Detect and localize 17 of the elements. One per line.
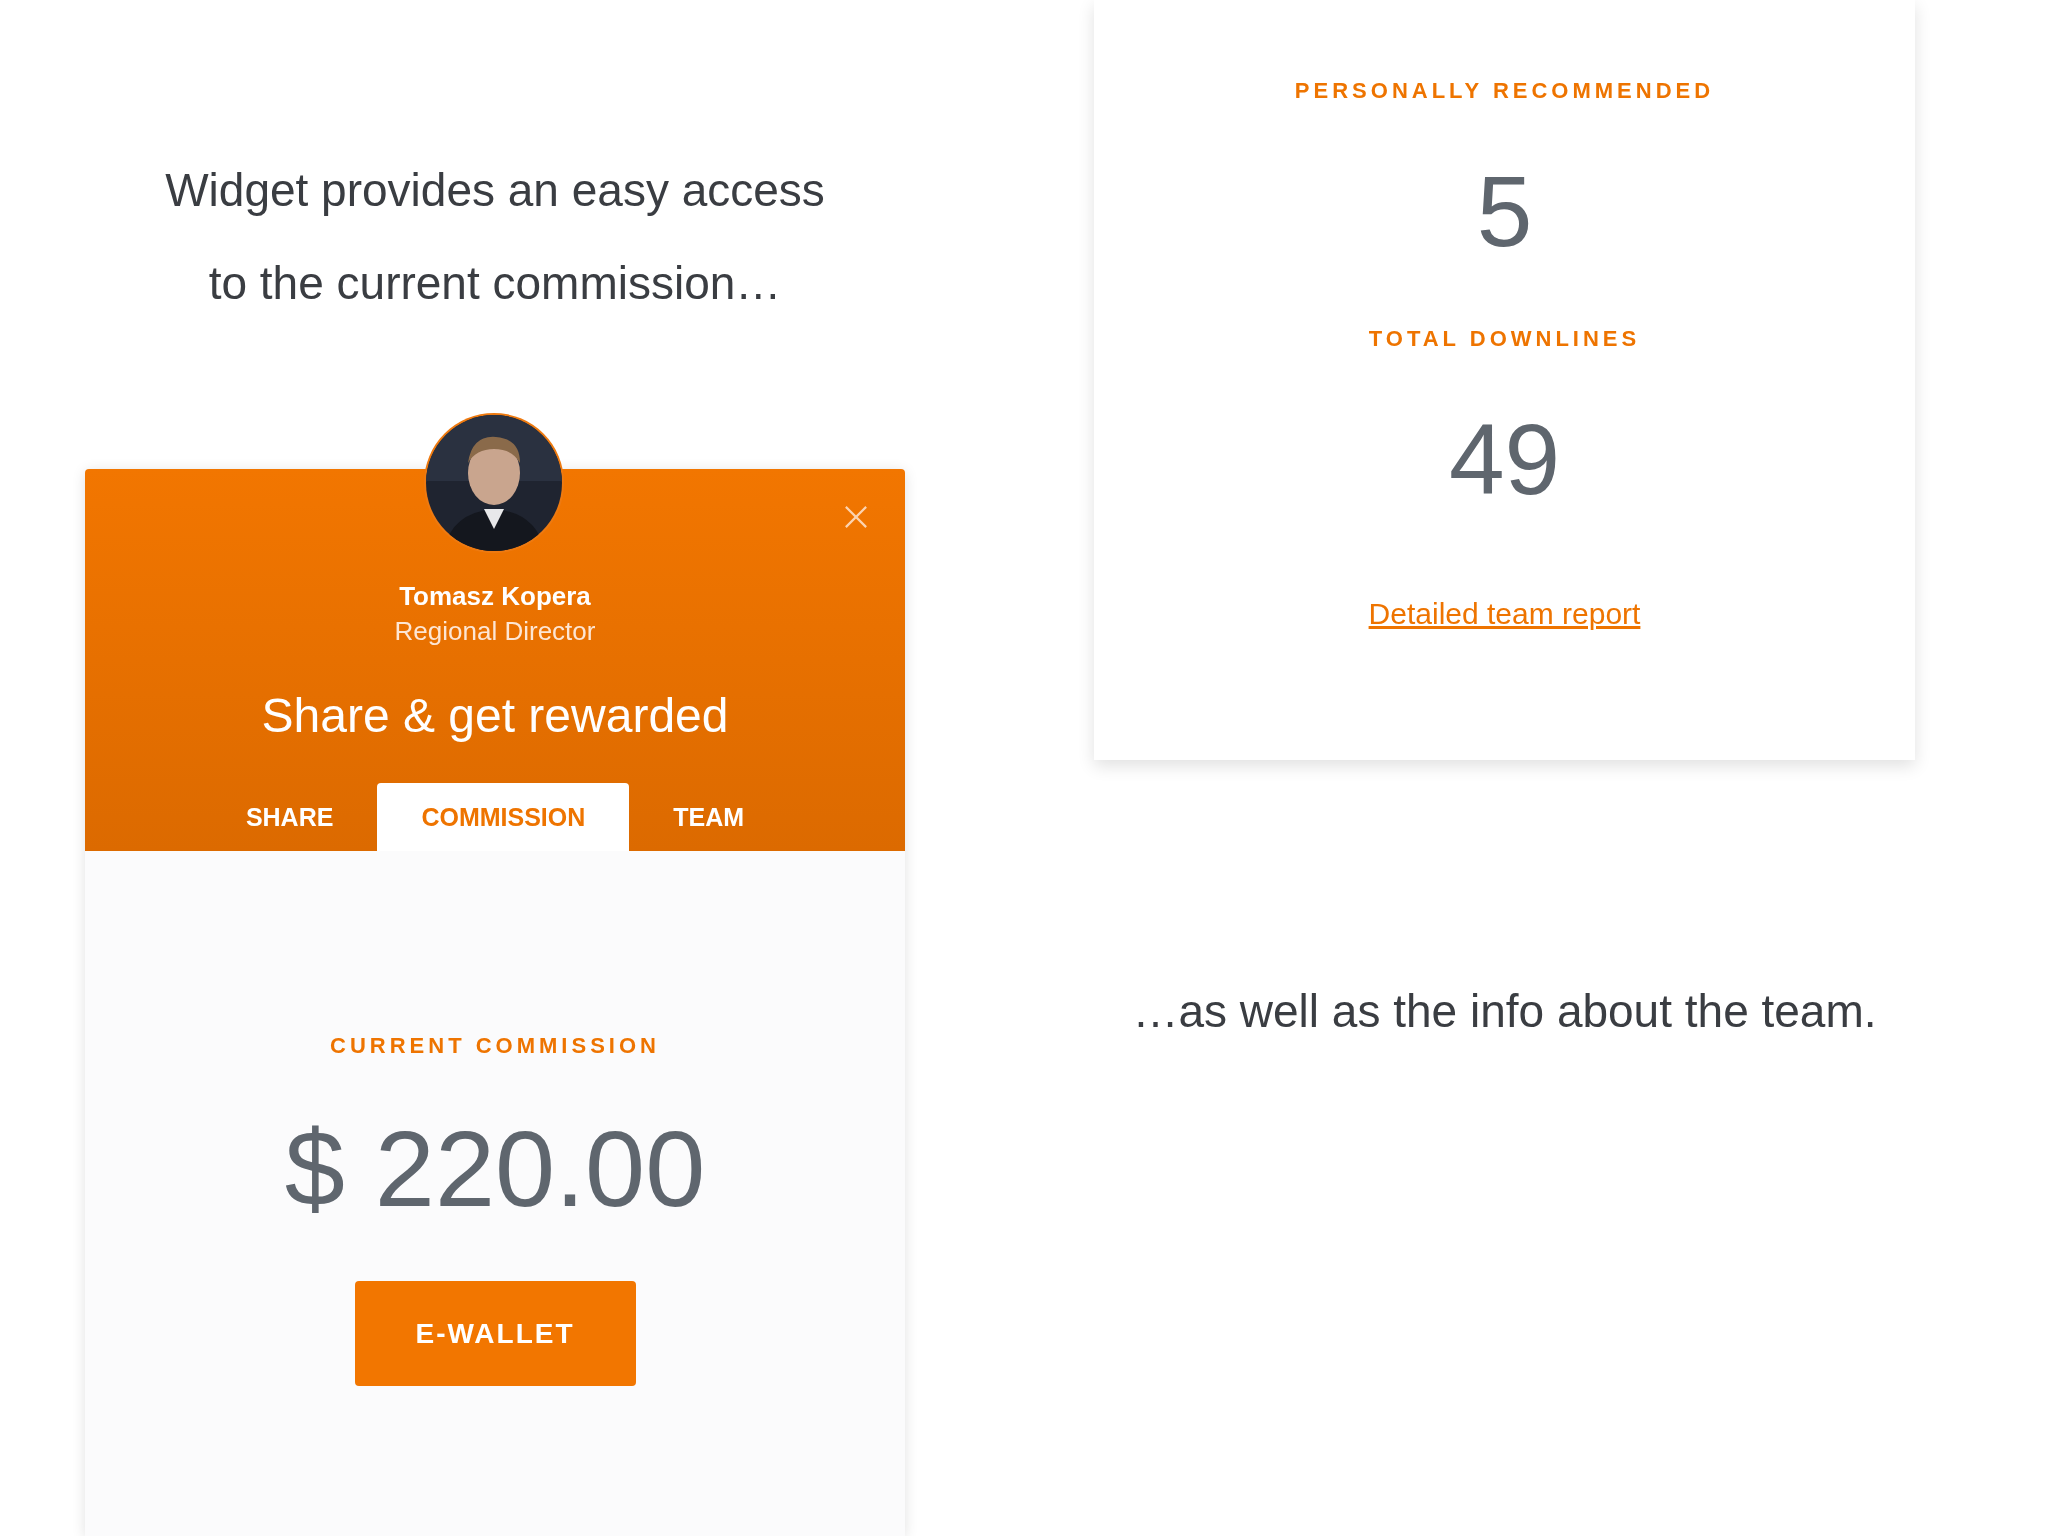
widget-headline: Share & get rewarded — [261, 688, 729, 744]
outro-text: …as well as the info about the team. — [1132, 984, 1877, 1039]
stat-value: 49 — [1448, 404, 1561, 514]
close-icon[interactable] — [844, 505, 868, 529]
intro-text: Widget provides an easy access to the current commission… — [165, 163, 825, 311]
commission-label: CURRENT COMMISSION — [330, 1032, 660, 1060]
e-wallet-button[interactable]: E-WALLET — [354, 1281, 636, 1386]
team-report-link[interactable]: Detailed team report — [1368, 594, 1641, 634]
person-name: Tomasz Kopera — [399, 580, 591, 613]
tab[interactable]: TEAM — [629, 783, 789, 851]
stat-value: 5 — [1476, 156, 1533, 266]
person-role: Regional Director — [394, 615, 596, 648]
commission-amount: $ 220.00 — [284, 1109, 706, 1229]
stat-label: TOTAL DOWNLINES — [1368, 325, 1641, 353]
stat-label: PERSONALLY RECOMMENDED — [1294, 77, 1715, 105]
tab[interactable]: SHARE — [201, 783, 378, 851]
tab[interactable]: COMMISSION — [377, 783, 630, 851]
